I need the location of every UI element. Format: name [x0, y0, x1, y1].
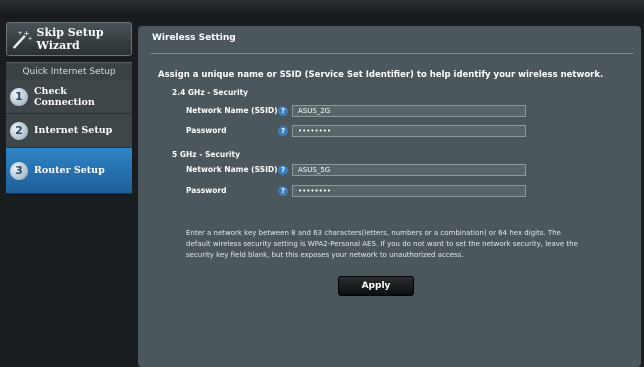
quick-internet-setup-title: Quick Internet Setup [6, 62, 132, 81]
help-icon[interactable]: ? [278, 186, 288, 196]
step-check-connection[interactable]: 1 Check Connection [6, 80, 132, 114]
section-heading-2g: 2.4 GHz - Security [172, 88, 249, 97]
skip-setup-wizard-button[interactable]: + + + Skip Setup Wizard [6, 22, 132, 56]
step-number-2: 2 [10, 121, 28, 140]
apply-button[interactable]: Apply [338, 276, 414, 296]
section-heading-5g: 5 GHz - Security [172, 150, 240, 159]
top-banner [0, 0, 644, 18]
step-internet-setup[interactable]: 2 Internet Setup [6, 114, 132, 148]
step-label: Check Connection [34, 85, 95, 108]
password-label-2g: Password [186, 126, 227, 135]
ssid-label-2g: Network Name (SSID) [186, 106, 278, 115]
intro-text: Assign a unique name or SSID (Service Se… [158, 70, 604, 80]
step-number-3: 3 [10, 161, 28, 180]
step-router-setup[interactable]: 3 Router Setup [6, 148, 132, 194]
help-icon[interactable]: ? [278, 106, 288, 116]
ssid-label-5g: Network Name (SSID) [186, 165, 278, 174]
help-icon[interactable]: ? [278, 165, 288, 175]
step-label: Router Setup [34, 165, 105, 176]
title-divider [150, 53, 633, 54]
help-icon[interactable]: ? [278, 126, 288, 136]
svg-text:+: + [18, 31, 23, 37]
password-input-2g[interactable] [292, 125, 526, 137]
skip-setup-wizard-label: Skip Setup Wizard [36, 26, 104, 52]
ssid-input-2g[interactable] [292, 105, 526, 117]
magic-wand-icon: + + + [13, 29, 33, 49]
page-title: Wireless Setting [152, 33, 236, 43]
password-label-5g: Password [186, 186, 227, 195]
svg-text:+: + [28, 37, 33, 43]
step-label: Internet Setup [34, 125, 113, 136]
security-note: Enter a network key between 8 and 63 cha… [186, 229, 578, 259]
step-number-1: 1 [10, 87, 28, 106]
router-setup-app: + + + Skip Setup Wizard Quick Internet S… [0, 18, 644, 367]
password-input-5g[interactable] [292, 185, 526, 197]
ssid-input-5g[interactable] [292, 164, 526, 176]
sidebar: + + + Skip Setup Wizard Quick Internet S… [6, 22, 132, 367]
wireless-setting-panel: Wireless Setting Assign a unique name or… [138, 26, 641, 367]
